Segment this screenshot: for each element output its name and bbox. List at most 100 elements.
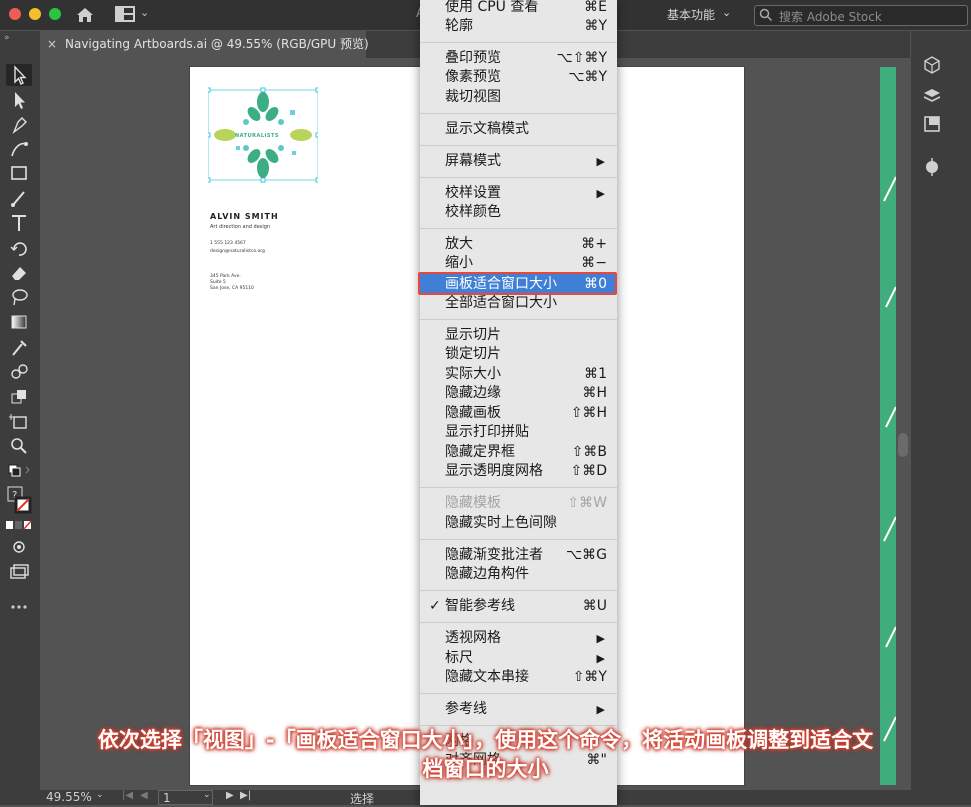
menu-item-rulers[interactable]: 标尺 ▶ [420, 649, 617, 668]
letterhead-email: design@naturalistco.org [210, 249, 265, 254]
tutorial-caption: 依次选择「视图」-「画板适合窗口大小」，使用这个命令，将活动画板调整到适合文 档… [0, 726, 971, 800]
menu-separator [420, 319, 617, 320]
direct-selection-tool-icon[interactable] [6, 89, 32, 111]
blend-tool-icon[interactable] [6, 361, 32, 383]
letterhead-phone: 1 555 123 4567 [210, 241, 246, 246]
checkmark-icon: ✓ [429, 598, 441, 614]
document-tab[interactable]: × Navigating Artboards.ai @ 49.55% (RGB/… [40, 31, 369, 58]
caption-line: 依次选择「视图」-「画板适合窗口大小」，使用这个命令，将活动画板调整到适合文 [97, 728, 874, 752]
swap-fill-stroke-icon[interactable] [6, 461, 32, 483]
menu-item-hide-corner-widget[interactable]: 隐藏边角构件 [420, 565, 617, 584]
menu-separator [420, 177, 617, 178]
menu-separator [420, 487, 617, 488]
stock-search[interactable]: 搜索 Adobe Stock [754, 5, 968, 26]
screen-mode-icon[interactable] [6, 561, 32, 583]
menu-item-hide-text-threads[interactable]: 隐藏文本串接 ⇧⌘Y [420, 668, 617, 687]
menu-item-trim-view[interactable]: 裁切视图 [420, 88, 617, 107]
menu-item-presentation-mode[interactable]: 显示文稿模式 [420, 120, 617, 139]
chevron-down-icon[interactable]: ⌄ [722, 6, 731, 19]
menu-item-perspective-grid[interactable]: 透视网格 ▶ [420, 629, 617, 648]
libraries-icon[interactable] [921, 54, 943, 76]
artboards-panel-icon[interactable] [921, 113, 943, 135]
menu-item-show-transparency-grid[interactable]: 显示透明度网格 ⇧⌘D [420, 462, 617, 481]
home-icon[interactable] [74, 4, 96, 26]
search-icon [759, 8, 773, 22]
menu-item-lock-slices[interactable]: 锁定切片 [420, 345, 617, 364]
menu-item-fit-all-in-window[interactable]: 全部适合窗口大小 [420, 294, 617, 313]
window-close-button[interactable] [9, 8, 21, 20]
pen-tool-icon[interactable] [6, 114, 32, 136]
workspace-switcher[interactable]: 基本功能 [667, 6, 715, 23]
curvature-tool-icon[interactable] [6, 138, 32, 160]
menu-item-pixel-preview[interactable]: 像素预览 ⌥⌘Y [420, 68, 617, 87]
letterhead-address-line: Suite 5 [210, 280, 226, 285]
menu-item-proof-setup[interactable]: 校样设置 ▶ [420, 184, 617, 203]
close-icon[interactable]: × [47, 31, 57, 58]
search-input[interactable]: 搜索 Adobe Stock [779, 8, 882, 25]
letterhead-address-line: 345 Park Ave. [210, 274, 241, 279]
gradient-tool-icon[interactable] [6, 311, 32, 333]
collapse-panel-icon[interactable]: » [4, 33, 10, 43]
fill-stroke-color-icon[interactable]: ? [6, 486, 32, 516]
tools-panel: » ? [0, 31, 40, 805]
submenu-arrow-icon: ▶ [596, 703, 605, 716]
draw-mode-icon[interactable] [6, 536, 32, 558]
adjacent-artboard-edge [880, 67, 896, 785]
view-menu: 使用 CPU 查看 ⌘E 轮廓 ⌘Y 叠印预览 ⌥⇧⌘Y 像素预览 ⌥⌘Y 裁切视图 显… [420, 0, 617, 805]
menu-item-show-print-tiling[interactable]: 显示打印拼贴 [420, 423, 617, 442]
shape-builder-tool-icon[interactable] [6, 386, 32, 408]
window-minimize-button[interactable] [29, 8, 41, 20]
type-tool-icon[interactable] [6, 212, 32, 234]
menu-item-smart-guides[interactable]: ✓ 智能参考线 ⌘U [420, 597, 617, 616]
artboard-tool-icon[interactable] [6, 410, 32, 432]
submenu-arrow-icon: ▶ [596, 155, 605, 168]
highlight-annotation-box [418, 272, 617, 295]
menu-item-hide-artboards[interactable]: 隐藏画板 ⇧⌘H [420, 404, 617, 423]
color-mode-icon[interactable] [6, 518, 32, 532]
menu-item-zoom-in[interactable]: 放大 ⌘+ [420, 235, 617, 254]
menu-item-guides[interactable]: 参考线 ▶ [420, 700, 617, 719]
zoom-tool-icon[interactable] [6, 435, 32, 457]
menu-item-overprint-preview[interactable]: 叠印预览 ⌥⇧⌘Y [420, 49, 617, 68]
menu-item-hide-edges[interactable]: 隐藏边缘 ⌘H [420, 384, 617, 403]
properties-icon[interactable] [921, 156, 943, 178]
more-tools-icon[interactable] [6, 596, 32, 618]
eraser-tool-icon[interactable] [6, 261, 32, 283]
menu-item-proof-colors[interactable]: 校样颜色 [420, 203, 617, 222]
selection-tool-icon[interactable] [6, 64, 32, 86]
menu-item-hide-bounding-box[interactable]: 隐藏定界框 ⇧⌘B [420, 443, 617, 462]
menu-separator [420, 590, 617, 591]
menu-separator [420, 228, 617, 229]
menu-separator [420, 693, 617, 694]
chevron-down-icon[interactable]: ⌄ [140, 6, 149, 19]
eyedropper-tool-icon[interactable] [6, 336, 32, 358]
menu-separator [420, 539, 617, 540]
paintbrush-tool-icon[interactable] [6, 187, 32, 209]
menu-item-zoom-out[interactable]: 缩小 ⌘− [420, 254, 617, 273]
lasso-tool-icon[interactable] [6, 286, 32, 308]
submenu-arrow-icon: ▶ [596, 632, 605, 645]
layers-icon[interactable] [921, 85, 943, 107]
menu-separator [420, 113, 617, 114]
menu-item-actual-size[interactable]: 实际大小 ⌘1 [420, 365, 617, 384]
letterhead-address-line: San Jose, CA 95110 [210, 286, 254, 291]
vertical-scrollbar-thumb[interactable] [898, 433, 908, 457]
menu-item-hide-live-paint-gaps[interactable]: 隐藏实时上色间隙 [420, 514, 617, 533]
rotate-tool-icon[interactable] [6, 237, 32, 259]
menu-item-hide-template: 隐藏模板 ⇧⌘W [445, 495, 607, 511]
menu-item-show-slices[interactable]: 显示切片 [420, 326, 617, 345]
rectangle-tool-icon[interactable] [6, 162, 32, 184]
menu-separator [420, 622, 617, 623]
right-panel-dock [911, 31, 971, 805]
window-zoom-button[interactable] [49, 8, 61, 20]
menu-separator [420, 145, 617, 146]
menu-item-hide-gradient-annotator[interactable]: 隐藏渐变批注者 ⌥⌘G [420, 546, 617, 565]
menu-item-screen-mode[interactable]: 屏幕模式 ▶ [420, 152, 617, 171]
letterhead-role: Art direction and design [210, 224, 271, 230]
arrange-documents-icon[interactable] [115, 5, 135, 23]
menu-item-outline[interactable]: 轮廓 ⌘Y [420, 17, 617, 36]
letterhead-name: ALVIN SMITH [210, 212, 279, 221]
menu-item-view-with-cpu[interactable]: 使用 CPU 查看 ⌘E [420, 0, 617, 17]
submenu-arrow-icon: ▶ [596, 187, 605, 200]
submenu-arrow-icon: ▶ [596, 652, 605, 665]
